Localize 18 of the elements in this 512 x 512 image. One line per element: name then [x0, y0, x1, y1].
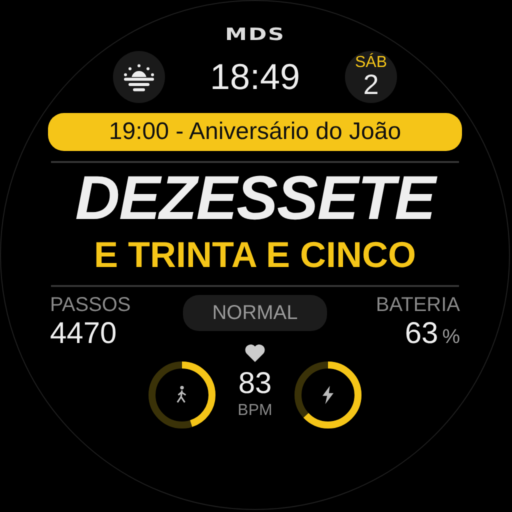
event-banner[interactable]: 19:00 - Aniversário do João: [48, 113, 462, 151]
mode-chip[interactable]: NORMAL: [183, 295, 327, 331]
percent-unit: %: [442, 327, 460, 347]
battery-ring: [292, 359, 364, 431]
steps-label: PASSOS: [50, 295, 131, 315]
clock-time: 18:49: [208, 56, 302, 98]
hour-words: DEZESSETE: [75, 165, 435, 233]
steps-value: 4470: [50, 319, 117, 349]
battery-label: BATERIA: [376, 295, 460, 315]
heart-rate-unit: BPM: [238, 403, 272, 419]
steps-ring: [146, 359, 218, 431]
day-number: 2: [363, 71, 379, 99]
weekday-label: SÁB: [354, 55, 387, 71]
date-button[interactable]: SÁB 2: [345, 51, 397, 103]
heart-rate-value: 83: [238, 369, 272, 399]
battery-value: 63: [404, 319, 438, 349]
minute-words: E TRINTA E CINCO: [94, 235, 416, 275]
brand-logo: MDS: [224, 25, 286, 45]
